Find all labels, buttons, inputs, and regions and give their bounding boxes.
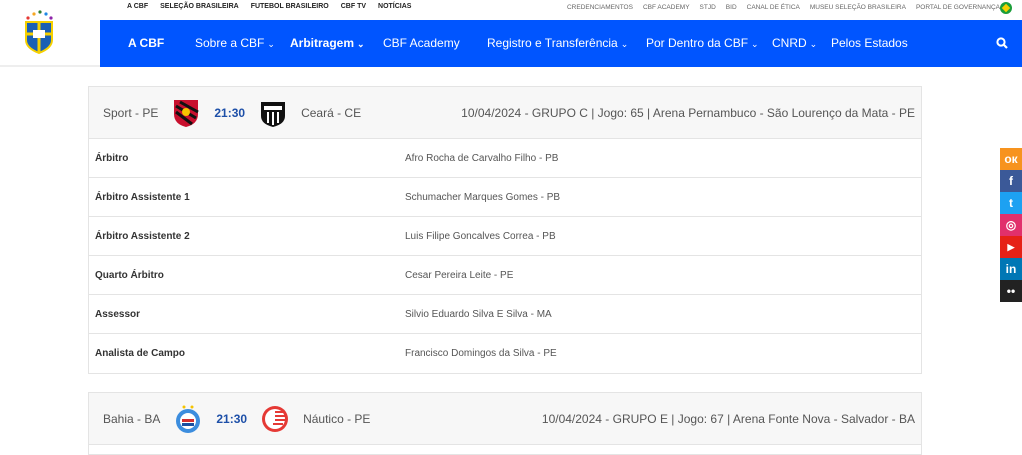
ceara-crest-icon — [261, 101, 286, 127]
top-link-futebol[interactable]: FUTEBOL BRASILEIRO — [251, 3, 329, 10]
official-name: Luis Filipe Goncalves Correa - PB — [405, 230, 556, 242]
match-card: Bahia - BA 21:30 Náutico - PE 10/04/2024… — [88, 392, 922, 455]
top-link-bid[interactable]: BID — [726, 4, 737, 11]
nav-registro[interactable]: Registro e Transferência ⌄ — [487, 36, 628, 50]
match-card: Sport - PE 21:30 Ceará - CE 10/04/2024 -… — [88, 86, 922, 374]
official-role: Analista de Campo — [95, 348, 186, 359]
search-icon[interactable] — [996, 37, 1008, 49]
top-link-stjd[interactable]: STJD — [700, 4, 716, 11]
official-role: Assessor — [95, 308, 141, 320]
official-row: Assessor Silvio Eduardo Silva E Silva - M… — [89, 295, 921, 334]
match-time: 21:30 — [216, 411, 248, 426]
official-row: Quarto Árbitro Cesar Pereira Leite - PE — [89, 256, 921, 295]
home-team: Sport - PE — [103, 105, 159, 120]
nav-label: CNRD — [772, 36, 807, 50]
official-name: Francisco Domingos da Silva - PE — [405, 348, 557, 359]
official-row: Árbitro Assistente 2 Luis Filipe Goncalve… — [89, 217, 921, 256]
top-link-etica[interactable]: CANAL DE ÉTICA — [747, 4, 800, 11]
chevron-down-icon: ⌄ — [267, 39, 275, 49]
chevron-down-icon: ⌄ — [809, 39, 818, 49]
official-name: Silvio Eduardo Silva E Silva - MA — [405, 308, 552, 320]
brazil-flag-icon[interactable] — [1000, 2, 1012, 14]
facebook-icon[interactable]: f — [1000, 170, 1022, 192]
top-link-museu[interactable]: MUSEU SELEÇÃO BRASILEIRA — [810, 4, 906, 11]
social-sidebar: ок f t ◎ ▶ in •• — [1000, 148, 1022, 302]
top-link-credenciamentos[interactable]: CREDENCIAMENTOS — [567, 4, 633, 11]
nav-a-cbf[interactable]: A CBF — [128, 36, 164, 50]
nav-label: Sobre a CBF — [195, 36, 265, 50]
linkedin-icon[interactable]: in — [1000, 258, 1022, 280]
top-link-selecao[interactable]: SELEÇÃO BRASILEIRA — [160, 3, 239, 10]
match-header[interactable]: Bahia - BA 21:30 Náutico - PE 10/04/2024… — [89, 393, 921, 445]
home-team: Bahia - BA — [103, 411, 161, 426]
nav-academy[interactable]: CBF Academy — [383, 36, 460, 50]
top-link-noticias[interactable]: NOTÍCIAS — [378, 3, 411, 10]
nav-label: Registro e Transferência — [487, 36, 618, 50]
away-team: Náutico - PE — [303, 411, 371, 426]
official-name: Afro Rocha de Carvalho Filho - PB — [405, 152, 559, 164]
official-role: Árbitro — [95, 152, 129, 164]
sport-crest-icon — [174, 99, 200, 127]
nav-label: Pelos Estados — [831, 36, 908, 50]
chevron-down-icon: ⌄ — [751, 39, 759, 49]
top-bar: A CBF SELEÇÃO BRASILEIRA FUTEBOL BRASILE… — [0, 0, 1022, 18]
flickr-icon[interactable]: •• — [1000, 280, 1022, 302]
nav-estados[interactable]: Pelos Estados — [831, 36, 908, 50]
official-row: Árbitro Assistente 1 Schumacher Marques G… — [89, 178, 921, 217]
nautico-crest-icon — [262, 405, 289, 432]
match-info: 10/04/2024 - GRUPO C | Jogo: 65 | Arena … — [461, 105, 915, 120]
instagram-icon[interactable]: ◎ — [1000, 214, 1022, 236]
official-name: Cesar Pereira Leite - PE — [405, 269, 514, 281]
odnoklassniki-icon[interactable]: ок — [1000, 148, 1022, 170]
bahia-crest-icon — [176, 405, 201, 433]
nav-por-dentro[interactable]: Por Dentro da CBF ⌄ — [646, 36, 759, 50]
top-link-cbf-tv[interactable]: CBF TV — [341, 3, 366, 10]
match-info: 10/04/2024 - GRUPO E | Jogo: 67 | Arena … — [541, 411, 915, 426]
away-team: Ceará - CE — [301, 105, 362, 120]
chevron-down-icon: ⌄ — [620, 39, 629, 49]
chevron-down-icon: ⌄ — [357, 39, 365, 49]
nav-sobre[interactable]: Sobre a CBF ⌄ — [195, 36, 275, 50]
nav-label: Por Dentro da CBF — [646, 36, 749, 50]
top-links-left: A CBF SELEÇÃO BRASILEIRA FUTEBOL BRASILE… — [127, 3, 411, 10]
top-link-cbf-academy[interactable]: CBF ACADEMY — [643, 4, 690, 11]
top-link-a-cbf[interactable]: A CBF — [127, 3, 148, 10]
nav-label: Arbitragem — [290, 36, 355, 50]
official-role: Quarto Árbitro — [95, 269, 164, 281]
official-row: Analista de Campo Francisco Domingos da S… — [89, 334, 921, 373]
main-nav: A CBF Sobre a CBF ⌄ Arbitragem ⌄ CBF Acade… — [0, 20, 990, 67]
top-links-right: CREDENCIAMENTOS CBF ACADEMY STJD BID CAN… — [567, 4, 1000, 11]
match-time: 21:30 — [214, 105, 246, 120]
top-link-governanca[interactable]: PORTAL DE GOVERNANÇA — [916, 4, 1000, 11]
official-name: Schumacher Marques Gomes - PB — [405, 191, 561, 203]
twitter-icon[interactable]: t — [1000, 192, 1022, 214]
official-row: Árbitro Afro Rocha de Carvalho Filho - PB — [89, 139, 921, 178]
nav-arbitragem[interactable]: Arbitragem ⌄ — [290, 36, 365, 50]
nav-label: CBF Academy — [383, 36, 460, 50]
nav-cnrd[interactable]: CNRD ⌄ — [772, 36, 817, 50]
official-role: Árbitro Assistente 2 — [95, 230, 190, 242]
official-role: Árbitro Assistente 1 — [95, 191, 190, 203]
match-header[interactable]: Sport - PE 21:30 Ceará - CE 10/04/2024 -… — [89, 87, 921, 139]
nav-label: A CBF — [128, 36, 165, 50]
youtube-icon[interactable]: ▶ — [1000, 236, 1022, 258]
